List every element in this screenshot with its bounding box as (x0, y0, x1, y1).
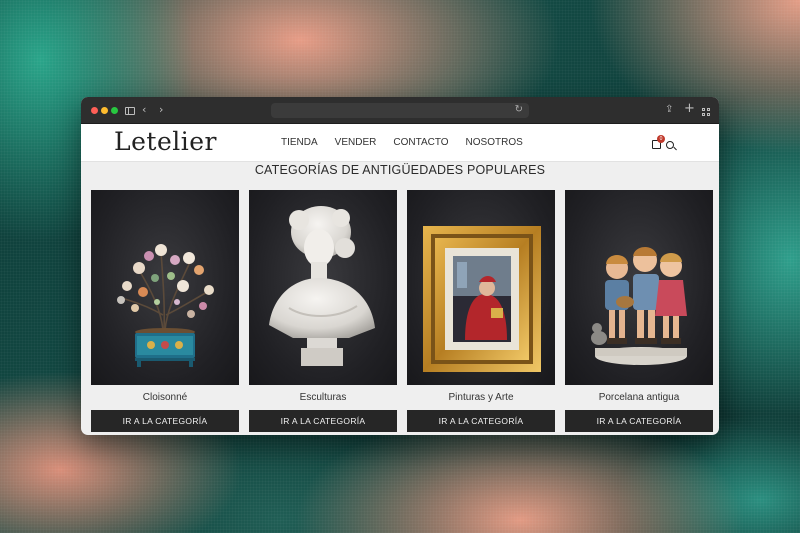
search-icon[interactable] (666, 141, 674, 149)
go-to-category-button[interactable]: IR A LA CATEGORÍA (249, 410, 397, 432)
go-to-category-button[interactable]: IR A LA CATEGORÍA (407, 410, 555, 432)
go-to-category-button[interactable]: IR A LA CATEGORÍA (91, 410, 239, 432)
browser-window: ‹ › ↻ ⇪ + Letelier TIENDA VENDER CONTACT… (81, 97, 719, 435)
sidebar-toggle-icon[interactable] (125, 107, 135, 115)
go-to-category-button[interactable]: IR A LA CATEGORÍA (565, 410, 713, 432)
section-title: CATEGORÍAS DE ANTIGÜEDADES POPULARES (254, 163, 546, 177)
category-card-pinturas: Pinturas y Arte IR A LA CATEGORÍA (407, 190, 555, 432)
category-card-cloisonne: Cloisonné IR A LA CATEGORÍA (91, 190, 239, 432)
nav-nosotros[interactable]: NOSOTROS (466, 137, 523, 148)
back-icon[interactable]: ‹ (142, 103, 146, 117)
category-name: Cloisonné (142, 392, 188, 403)
address-bar[interactable]: ↻ (271, 103, 529, 118)
nav-tienda[interactable]: TIENDA (281, 137, 318, 148)
main-nav: TIENDA VENDER CONTACTO NOSOTROS (281, 137, 540, 148)
nav-vender[interactable]: VENDER (335, 137, 377, 148)
zoom-window-button[interactable] (111, 107, 118, 114)
site-header: Letelier TIENDA VENDER CONTACTO NOSOTROS… (81, 124, 719, 162)
new-tab-icon[interactable]: + (684, 102, 695, 116)
tab-overview-icon[interactable] (702, 108, 710, 116)
porcelana-image[interactable] (565, 190, 713, 385)
category-name: Porcelana antigua (598, 392, 680, 403)
share-icon[interactable]: ⇪ (665, 103, 673, 117)
forward-icon[interactable]: › (159, 103, 163, 117)
category-card-esculturas: Esculturas IR A LA CATEGORÍA (249, 190, 397, 432)
esculturas-image[interactable] (249, 190, 397, 385)
site-logo[interactable]: Letelier (114, 127, 217, 156)
category-name: Esculturas (299, 392, 347, 403)
cart-count-badge: 0 (657, 135, 665, 143)
reload-icon[interactable]: ↻ (515, 104, 523, 115)
close-window-button[interactable] (91, 107, 98, 114)
cloisonne-image[interactable] (91, 190, 239, 385)
browser-toolbar: ‹ › ↻ ⇪ + (81, 97, 719, 124)
minimize-window-button[interactable] (101, 107, 108, 114)
category-card-porcelana: Porcelana antigua IR A LA CATEGORÍA (565, 190, 713, 432)
category-name: Pinturas y Arte (448, 392, 514, 403)
pinturas-image[interactable] (407, 190, 555, 385)
nav-contacto[interactable]: CONTACTO (393, 137, 448, 148)
